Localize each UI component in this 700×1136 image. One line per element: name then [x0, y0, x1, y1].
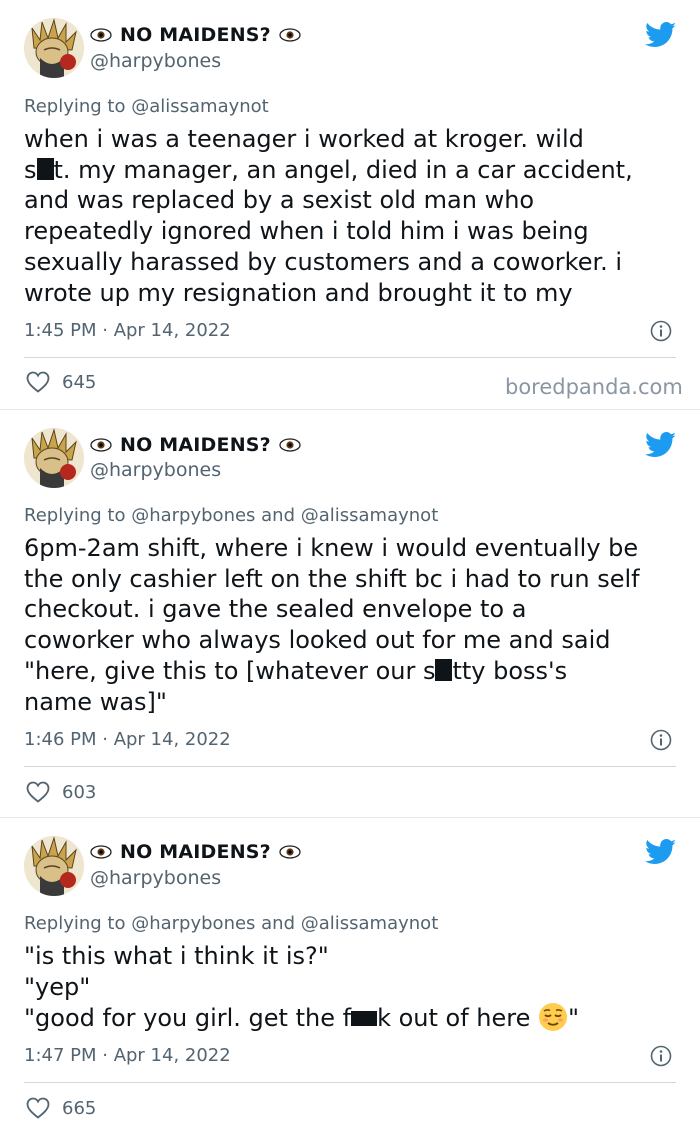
eye-icon [279, 845, 301, 859]
reply-mention[interactable]: @harpybones and @alissamaynot [131, 505, 438, 526]
info-icon[interactable] [650, 729, 672, 751]
divider [24, 1082, 676, 1083]
eye-icon [279, 438, 301, 452]
user-handle[interactable]: @harpybones [90, 50, 221, 72]
heart-icon [26, 1097, 50, 1119]
tweet-2: NO MAIDENS? @harpybones Replying to @har… [0, 410, 700, 817]
reply-prefix: Replying to [24, 913, 126, 934]
like-action[interactable]: 603 [26, 781, 96, 803]
like-count: 645 [62, 371, 97, 393]
eye-icon [279, 28, 301, 42]
eye-icon [90, 28, 112, 42]
tweet-text-part: t. my manager, an angel, died in a car a… [24, 155, 633, 307]
timestamp[interactable]: 1:46 PM · Apr 14, 2022 [24, 729, 231, 750]
redaction-block [36, 157, 54, 180]
reply-prefix: Replying to [24, 505, 126, 526]
twitter-bird-icon[interactable] [645, 839, 677, 865]
twitter-bird-icon[interactable] [645, 22, 677, 48]
redaction-block [351, 1011, 378, 1027]
author-name-row[interactable]: NO MAIDENS? [90, 432, 301, 458]
user-handle[interactable]: @harpybones [90, 459, 221, 481]
tweet-text: "is this what i think it is?" "yep" "goo… [24, 941, 684, 1034]
timestamp[interactable]: 1:45 PM · Apr 14, 2022 [24, 320, 231, 341]
avatar[interactable] [24, 428, 84, 488]
avatar[interactable] [24, 18, 84, 78]
watermark: boredpanda.com [505, 375, 683, 399]
timestamp[interactable]: 1:47 PM · Apr 14, 2022 [24, 1045, 231, 1066]
reply-mention[interactable]: @harpybones and @alissamaynot [131, 913, 438, 934]
reply-prefix: Replying to [24, 96, 126, 117]
tweet-text-part: "is this what i think it is?" "yep" "goo… [24, 942, 352, 1033]
tweet-text: when i was a teenager i worked at kroger… [24, 124, 684, 308]
like-count: 603 [62, 781, 97, 803]
user-handle[interactable]: @harpybones [90, 867, 221, 889]
twitter-bird-icon[interactable] [645, 432, 677, 458]
info-icon[interactable] [650, 320, 672, 342]
display-name: NO MAIDENS? [120, 24, 271, 46]
info-icon[interactable] [650, 1045, 672, 1067]
eye-icon [90, 845, 112, 859]
heart-icon [26, 371, 50, 393]
redaction-block [435, 658, 453, 681]
display-name: NO MAIDENS? [120, 434, 271, 456]
reply-context: Replying to @alissamaynot [24, 96, 269, 117]
relieved-face-emoji [539, 1003, 567, 1032]
like-count: 665 [62, 1097, 97, 1119]
tweet-text-part: k out of here [377, 1004, 538, 1033]
eye-icon [90, 438, 112, 452]
tweet-text-part: " [568, 1004, 580, 1033]
like-action[interactable]: 665 [26, 1097, 96, 1119]
divider [24, 766, 676, 767]
tweet-1: NO MAIDENS? @harpybones Replying to @ali… [0, 0, 700, 409]
author-name-row[interactable]: NO MAIDENS? [90, 839, 301, 865]
reply-mention[interactable]: @alissamaynot [131, 96, 269, 117]
author-name-row[interactable]: NO MAIDENS? [90, 22, 301, 48]
heart-icon [26, 781, 50, 803]
display-name: NO MAIDENS? [120, 841, 271, 863]
divider [24, 357, 676, 358]
tweet-3: NO MAIDENS? @harpybones Replying to @har… [0, 818, 700, 1136]
tweet-text: 6pm-2am shift, where i knew i would even… [24, 533, 684, 717]
like-action[interactable]: 645 [26, 371, 96, 393]
reply-context: Replying to @harpybones and @alissamayno… [24, 913, 438, 934]
avatar[interactable] [24, 836, 84, 896]
reply-context: Replying to @harpybones and @alissamayno… [24, 505, 438, 526]
